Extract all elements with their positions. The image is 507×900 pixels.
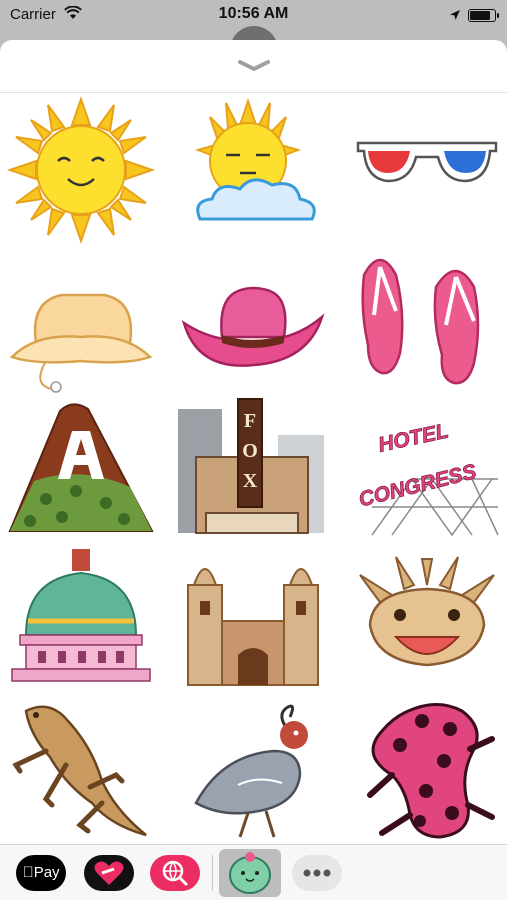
sticker-bucket-hat[interactable]	[6, 245, 156, 395]
sticker-hotel-congress[interactable]: HOTEL CONGRESS	[352, 395, 502, 545]
battery-level	[470, 11, 490, 20]
apple-icon: 	[22, 864, 33, 881]
heart-app[interactable]	[84, 855, 134, 891]
fox-sign-x: X	[243, 470, 258, 492]
chevron-down-icon[interactable]	[234, 56, 274, 76]
sticker-gila-monster[interactable]	[352, 695, 502, 845]
fox-sign-f: F	[244, 410, 256, 432]
sticker-gambels-quail[interactable]	[178, 695, 328, 845]
search-app[interactable]	[150, 855, 200, 891]
apple-pay-label: Pay	[28, 864, 60, 881]
sticker-horned-lizard-face[interactable]	[352, 545, 502, 695]
globe-search-icon	[162, 860, 188, 886]
sticker-pink-cowboy-hat[interactable]	[178, 245, 328, 395]
sticker-a-mountain[interactable]	[6, 395, 156, 545]
hotel-sign-line2: CONGRESS	[357, 460, 479, 511]
fox-sign-o: O	[242, 440, 258, 462]
location-arrow-icon	[449, 8, 461, 26]
more-apps-button[interactable]	[292, 855, 342, 891]
app-drawer: Pay	[0, 844, 507, 900]
sticker-happy-sun[interactable]	[6, 95, 156, 245]
cactus-sticker-app[interactable]	[219, 849, 281, 897]
sticker-pink-flip-flops[interactable]	[352, 245, 502, 395]
hotel-sign-line1: HOTEL	[376, 420, 450, 457]
sticker-sheet: F O X HOTEL CONGRESS	[0, 40, 507, 900]
divider	[0, 92, 507, 93]
sticker-3d-glasses[interactable]	[352, 95, 502, 245]
heart-icon	[94, 861, 124, 885]
sticker-fox-theatre[interactable]: F O X	[178, 395, 328, 545]
sticker-horned-lizard[interactable]	[6, 695, 156, 845]
sticker-grid: F O X HOTEL CONGRESS	[0, 95, 507, 845]
sticker-mission-church[interactable]	[178, 545, 328, 695]
clock: 10:56 AM	[218, 5, 289, 22]
battery-icon	[468, 9, 499, 22]
ellipsis-icon	[303, 869, 331, 877]
sticker-sun-behind-cloud[interactable]	[178, 95, 328, 245]
sticker-courthouse-dome[interactable]	[6, 545, 156, 695]
apple-pay-app[interactable]: Pay	[16, 855, 66, 891]
drawer-separator	[212, 855, 213, 891]
cactus-icon	[229, 852, 271, 894]
